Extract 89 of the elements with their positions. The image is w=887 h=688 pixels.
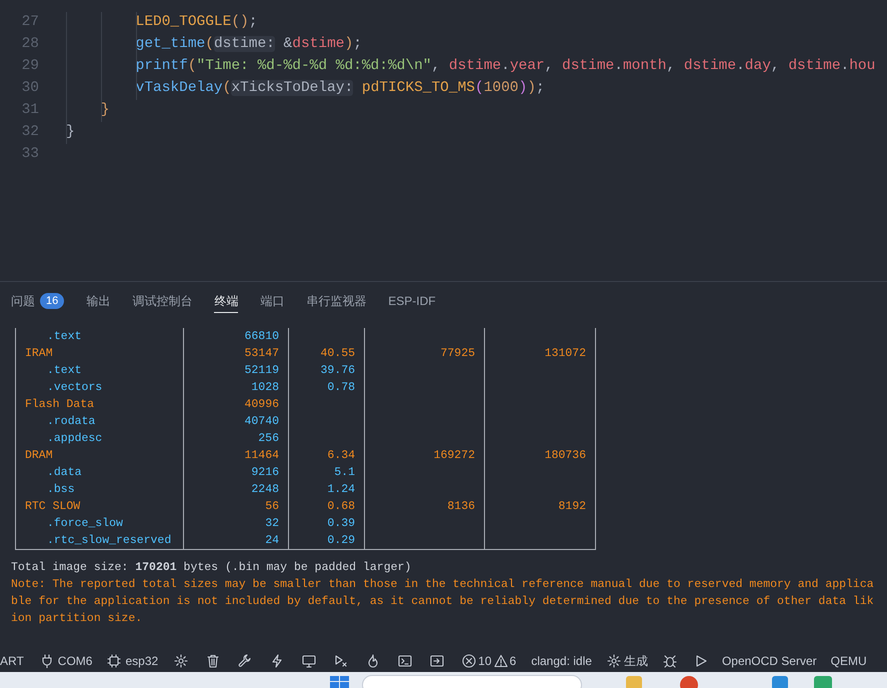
panel-tab[interactable]: 调试控制台 [132, 289, 192, 313]
line-number: 32 [20, 123, 39, 142]
table-cell: 0.39 [327, 517, 355, 530]
table-cell: 66810 [244, 330, 279, 343]
terminal-line: ion partition size. [11, 611, 142, 627]
table-cell: 2248 [251, 483, 279, 496]
table-cell: .text [47, 364, 82, 377]
chip-icon [107, 654, 122, 668]
table-cell: 40.55 [320, 347, 355, 360]
status-item[interactable]: clangd: idle [531, 652, 592, 670]
table-cell: .appdesc [47, 432, 102, 445]
line-number: 30 [20, 79, 39, 98]
table-cell: .vectors [47, 381, 102, 394]
table-cell: 256 [258, 432, 279, 445]
table-cell: Flash Data [25, 398, 94, 411]
table-cell: .text [47, 330, 82, 343]
code-line: vTaskDelay(xTicksToDelay: pdTICKS_TO_MS(1000)); [134, 79, 545, 98]
terminal-line: Total image size: 170201 bytes (.bin may be padded larger) [11, 560, 412, 576]
table-cell: 169272 [434, 449, 475, 462]
line-number: 31 [20, 101, 39, 120]
table-cell: DRAM [25, 449, 53, 462]
line-number: 33 [20, 145, 39, 164]
line-number: 29 [20, 57, 39, 76]
flame-icon[interactable] [366, 654, 380, 668]
terminal-line: Note: The reported total sizes may be smaller than those in the technical reference manual due to reserved memory and applica [11, 577, 874, 593]
trash-icon[interactable] [206, 654, 220, 668]
table-cell: 11464 [244, 449, 279, 462]
port-status-item[interactable]: COM6 [40, 652, 92, 670]
code-line: } [100, 101, 110, 120]
panel-tab[interactable]: 终端 [214, 289, 238, 313]
table-cell: 9216 [251, 466, 279, 479]
table-cell: 0.68 [327, 500, 355, 513]
table-cell: RTC SLOW [25, 500, 80, 513]
play-icon[interactable] [694, 654, 708, 668]
code-line: printf("Time: %d-%d-%d %d:%d:%d\n", dstime.year, dstime.month, dstime.day, dstime.hou [134, 57, 876, 76]
table-cell: 1028 [251, 381, 279, 394]
line-number: 28 [20, 35, 39, 54]
line-number: 27 [20, 13, 39, 32]
status-item[interactable]: QEMU [830, 652, 867, 670]
table-cell: 5.1 [334, 466, 355, 479]
table-cell: 24 [265, 534, 279, 547]
target-status-item[interactable]: esp32 [107, 652, 158, 670]
problems-status-item[interactable]: 10 6 [462, 652, 516, 670]
table-cell: 0.78 [327, 381, 355, 394]
table-cell: 8192 [558, 500, 586, 513]
table-cell: .data [47, 466, 82, 479]
flash-icon[interactable] [334, 654, 348, 668]
status-item[interactable]: OpenOCD Server [722, 652, 817, 670]
lightning-icon[interactable] [270, 654, 284, 668]
warning-icon [494, 654, 508, 668]
panel-tab[interactable]: ESP-IDF [388, 289, 436, 313]
table-cell: .rodata [47, 415, 96, 428]
bug-icon[interactable] [662, 654, 677, 668]
table-cell: 6.34 [327, 449, 355, 462]
table-cell: .force_slow [47, 517, 123, 530]
code-line: get_time(dstime: &dstime); [134, 35, 362, 54]
count-badge: 16 [40, 292, 64, 308]
table-cell: 53147 [244, 347, 279, 360]
panel-tab[interactable]: 串行监视器 [306, 289, 366, 313]
code-line: LED0_TOGGLE(); [134, 13, 258, 32]
table-cell: 32 [265, 517, 279, 530]
table-cell: 0.29 [327, 534, 355, 547]
monitor-icon[interactable] [302, 654, 316, 668]
table-cell: 131072 [544, 347, 586, 360]
table-cell: 40740 [244, 415, 279, 428]
panel-tab[interactable]: 输出 [86, 289, 110, 313]
windows-logo-icon[interactable] [330, 676, 350, 688]
table-cell: 52119 [244, 364, 279, 377]
table-cell: IRAM [25, 347, 53, 360]
table-cell: 56 [265, 500, 279, 513]
status-item[interactable]: ART [0, 652, 24, 670]
table-cell: 8136 [447, 500, 475, 513]
table-cell: 40996 [244, 398, 279, 411]
code-line: } [66, 123, 75, 142]
table-cell: .rtc_slow_reserved [47, 534, 172, 547]
terminal-line: ble for the application is not included by default, as it cannot be reliably determined due to the presence of other data lik [11, 594, 874, 610]
error-icon [462, 654, 476, 668]
table-cell: 39.76 [320, 364, 355, 377]
table-cell: 1.24 [327, 483, 355, 496]
plug-icon [40, 654, 54, 668]
panel-tab[interactable]: 问题 16 [11, 289, 64, 313]
table-cell: 77925 [440, 347, 475, 360]
wrench-icon[interactable] [238, 654, 252, 668]
build-status-item[interactable]: 生成 [606, 652, 648, 670]
panel-tab[interactable]: 端口 [260, 289, 284, 313]
table-cell: .bss [47, 483, 75, 496]
terminal-icon[interactable] [398, 654, 412, 668]
table-cell: 180736 [544, 449, 586, 462]
arrow-box-icon[interactable] [430, 654, 444, 668]
